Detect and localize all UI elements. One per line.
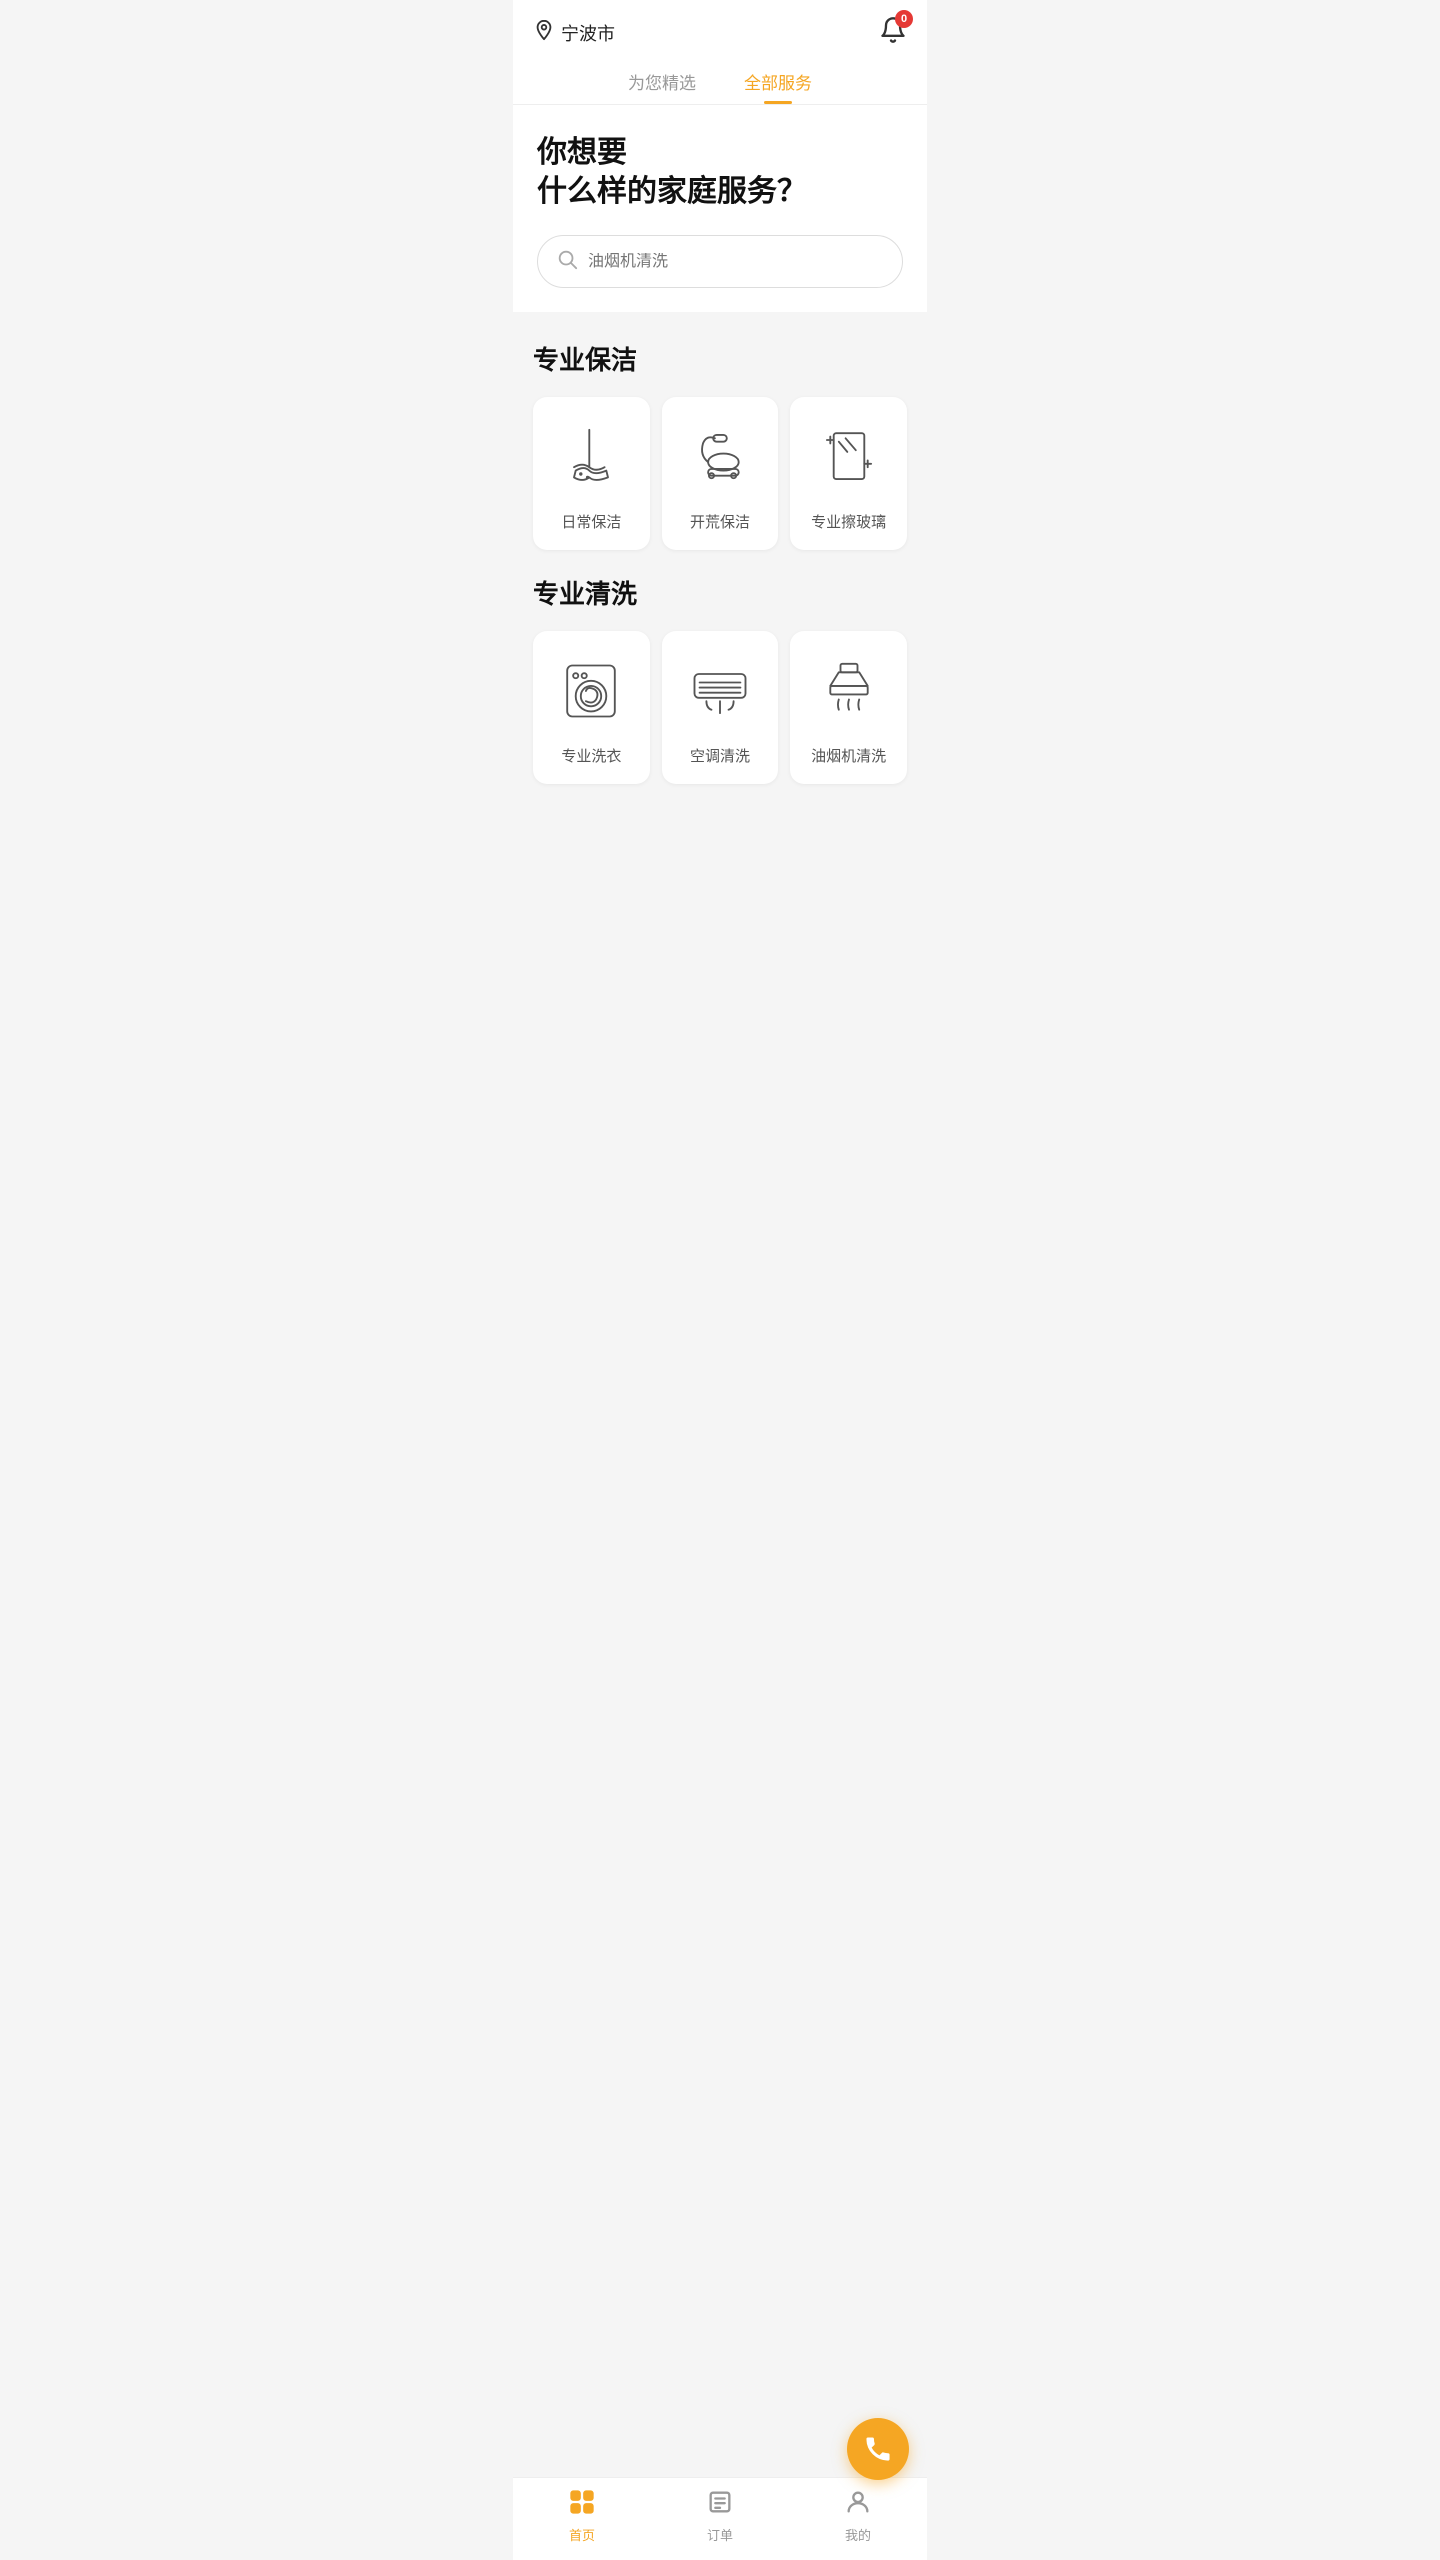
section-title-cleaning: 专业保洁 [533,340,907,377]
nav-orders-label: 订单 [707,2525,733,2544]
card-daily-clean[interactable]: 日常保洁 [533,397,650,550]
bottom-navigation: 首页 订单 我的 [513,2477,927,2560]
notification-bell[interactable]: 0 [879,16,907,49]
search-bar[interactable] [537,235,903,288]
washer-icon [551,651,631,731]
notification-badge: 0 [895,10,913,28]
location-text: 宁波市 [561,20,615,46]
window-icon [809,417,889,497]
card-hood-clean-label: 油烟机清洗 [811,745,886,766]
vacuum-icon [680,417,760,497]
profile-icon [844,2488,872,2521]
hood-icon [809,651,889,731]
section-title-washing: 专业清洗 [533,574,907,611]
orders-icon [706,2488,734,2521]
location-icon [533,19,555,46]
cleaning-cards-row: 日常保洁 开荒保洁 [533,397,907,574]
broom-icon [551,417,631,497]
nav-orders[interactable]: 订单 [651,2488,789,2544]
home-icon [568,2488,596,2521]
header: 宁波市 0 [513,0,927,61]
location-wrap[interactable]: 宁波市 [533,19,615,46]
card-ac-clean[interactable]: 空调清洗 [662,631,779,784]
nav-home[interactable]: 首页 [513,2488,651,2544]
section-professional-cleaning: 专业保洁 日常保洁 [513,312,927,574]
card-window-clean-label: 专业擦玻璃 [811,511,886,532]
nav-profile-label: 我的 [845,2525,871,2544]
nav-profile[interactable]: 我的 [789,2488,927,2544]
card-laundry-label: 专业洗衣 [561,745,621,766]
hero-title: 你想要 什么样的家庭服务？ [537,133,903,211]
hero-section: 你想要 什么样的家庭服务？ [513,105,927,312]
nav-home-label: 首页 [569,2525,595,2544]
card-hood-clean[interactable]: 油烟机清洗 [790,631,907,784]
tab-all-services[interactable]: 全部服务 [744,69,812,104]
section-professional-washing: 专业清洗 专业洗衣 [513,574,927,812]
washing-cards-row: 专业洗衣 空调清洗 [533,631,907,784]
card-laundry[interactable]: 专业洗衣 [533,631,650,784]
card-window-clean[interactable]: 专业擦玻璃 [790,397,907,550]
tab-bar: 为您精选 全部服务 [513,61,927,105]
card-deep-clean[interactable]: 开荒保洁 [662,397,779,550]
ac-icon [680,651,760,731]
tab-recommended[interactable]: 为您精选 [628,69,696,104]
card-ac-clean-label: 空调清洗 [690,745,750,766]
card-daily-clean-label: 日常保洁 [561,511,621,532]
search-input[interactable] [588,253,884,271]
card-deep-clean-label: 开荒保洁 [690,511,750,532]
fab-phone-button[interactable] [847,2418,909,2480]
search-icon [556,248,578,275]
